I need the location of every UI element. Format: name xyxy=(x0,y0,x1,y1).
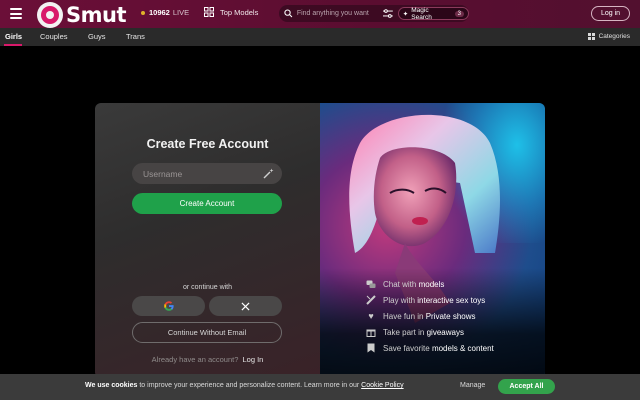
toy-icon xyxy=(366,295,376,305)
signup-title: Create Free Account xyxy=(146,137,269,151)
search-input[interactable]: Find anything you want xyxy=(297,10,379,17)
feature-item: Save favorite models & content xyxy=(366,340,494,356)
site-logo[interactable]: Smut xyxy=(37,2,127,28)
chat-icon xyxy=(366,279,376,289)
menu-icon[interactable] xyxy=(10,8,22,19)
cookie-text: to improve your experience and personali… xyxy=(139,382,360,389)
tab-couples[interactable]: Couples xyxy=(40,32,68,41)
category-nav: Girls Couples Guys Trans Categories xyxy=(0,28,640,46)
logo-mark-icon xyxy=(37,2,63,28)
signup-form-panel: Create Free Account Username Create Acco… xyxy=(95,103,320,378)
continue-without-email-button[interactable]: Continue Without Email xyxy=(132,322,282,343)
feature-item: Take part in giveaways xyxy=(366,324,494,340)
tab-girls[interactable]: Girls xyxy=(5,32,22,41)
top-header: Smut 10962 LIVE Top Models Find anything… xyxy=(0,0,640,28)
already-account-label: Already have an account? xyxy=(151,355,239,364)
username-placeholder: Username xyxy=(143,168,183,179)
feature-item: ♥ Have fun in Private shows xyxy=(366,308,494,324)
magic-wand-icon[interactable] xyxy=(263,168,274,179)
sparkle-icon: ✦ xyxy=(402,10,409,18)
cookie-banner: We use cookies to improve your experienc… xyxy=(0,374,640,400)
manage-cookies-link[interactable]: Manage xyxy=(460,382,485,389)
categories-button[interactable]: Categories xyxy=(587,33,630,40)
google-icon xyxy=(163,301,174,311)
promo-panel: Chat with models Play with interactive s… xyxy=(320,103,545,378)
login-link[interactable]: Log In xyxy=(242,355,263,364)
categories-label: Categories xyxy=(598,33,630,40)
cookie-message: We use cookies to improve your experienc… xyxy=(85,382,404,389)
top-models-label: Top Models xyxy=(220,7,259,17)
gift-icon xyxy=(366,327,376,337)
live-label: LIVE xyxy=(172,8,190,17)
grid-icon xyxy=(587,33,595,40)
feature-highlight: models & content xyxy=(431,343,494,353)
top-models-icon xyxy=(204,7,214,17)
logo-text: Smut xyxy=(66,3,127,27)
search-bar[interactable]: Find anything you want ✦ Magic Search 3 xyxy=(279,5,469,22)
login-button[interactable]: Log in xyxy=(591,6,630,21)
or-continue-label: or continue with xyxy=(182,284,233,291)
feature-highlight: Private shows xyxy=(425,311,476,321)
feature-item: Chat with models xyxy=(366,276,494,292)
cookie-policy-link[interactable]: Cookie Policy xyxy=(361,382,403,389)
google-login-button[interactable] xyxy=(132,296,205,316)
feature-prefix: Play with xyxy=(383,295,416,305)
magic-search-count: 3 xyxy=(454,10,464,17)
heart-icon: ♥ xyxy=(368,311,374,321)
signup-modal: Create Free Account Username Create Acco… xyxy=(95,103,545,378)
x-login-button[interactable] xyxy=(209,296,282,316)
filter-icon[interactable] xyxy=(383,9,393,18)
feature-highlight: giveaways xyxy=(426,327,464,337)
magic-search-button[interactable]: ✦ Magic Search 3 xyxy=(397,6,469,21)
live-dot-icon xyxy=(141,10,145,15)
feature-highlight: models xyxy=(418,279,445,289)
accept-all-button[interactable]: Accept All xyxy=(498,379,555,394)
username-field[interactable]: Username xyxy=(132,163,282,184)
tab-guys[interactable]: Guys xyxy=(88,32,106,41)
cookie-lead: We use cookies xyxy=(85,382,138,389)
feature-list: Chat with models Play with interactive s… xyxy=(366,276,494,356)
feature-highlight: interactive sex toys xyxy=(417,295,486,305)
feature-prefix: Save favorite xyxy=(383,343,430,353)
active-tab-indicator xyxy=(4,44,22,46)
live-counter: 10962 LIVE xyxy=(141,8,189,17)
top-models-link[interactable]: Top Models xyxy=(204,7,258,17)
tab-trans[interactable]: Trans xyxy=(126,32,145,41)
feature-item: Play with interactive sex toys xyxy=(366,292,494,308)
feature-prefix: Take part in xyxy=(383,327,425,337)
feature-prefix: Chat with xyxy=(383,279,417,289)
magic-search-label: Magic Search xyxy=(411,6,432,21)
live-count: 10962 xyxy=(149,8,170,17)
create-account-button[interactable]: Create Account xyxy=(132,193,282,214)
bookmark-icon xyxy=(366,343,376,353)
feature-prefix: Have fun in xyxy=(383,311,424,321)
search-icon xyxy=(284,9,293,18)
x-icon xyxy=(241,301,250,311)
already-account-text: Already have an account? Log In xyxy=(95,355,320,364)
